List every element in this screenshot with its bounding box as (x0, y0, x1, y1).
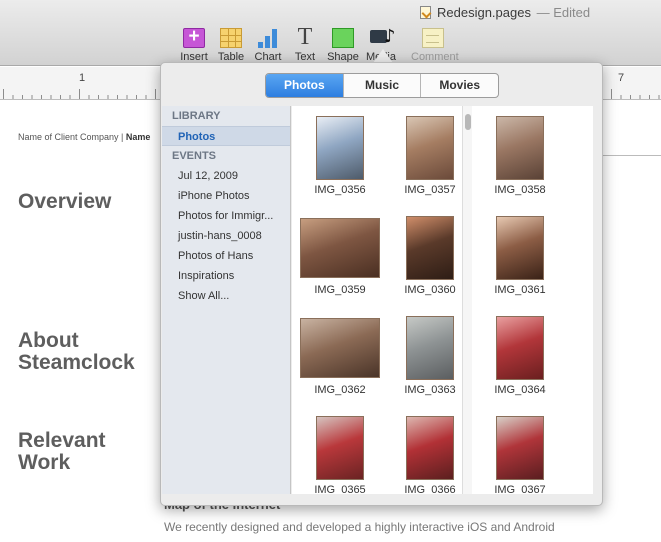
tab-photos[interactable]: Photos (266, 74, 343, 97)
scrollbar-thumb[interactable] (465, 114, 471, 130)
header-divider (600, 155, 661, 156)
sidebar-item-event[interactable]: Photos for Immigr... (162, 206, 290, 226)
body-paragraph: We recently designed and developed a hig… (164, 520, 555, 534)
photo-name: IMG_0362 (314, 384, 366, 396)
photo-name: IMG_0364 (494, 384, 546, 396)
library-header: LIBRARY (172, 110, 221, 122)
photo-image (496, 316, 544, 380)
photo-thumbnail[interactable]: IMG_0359 (295, 216, 385, 316)
heading-overview: Overview (18, 190, 112, 213)
media-browser-popover: Photos Music Movies LIBRARY Photos EVENT… (160, 62, 603, 506)
window-title: Redesign.pages — Edited (420, 4, 590, 20)
photo-name: IMG_0359 (314, 284, 366, 296)
shape-icon (332, 28, 354, 48)
heading-relevant-work: Relevant Work (18, 429, 106, 474)
client-line-text: Name of Client Company | (18, 132, 124, 142)
photo-image (406, 416, 454, 480)
media-sidebar: LIBRARY Photos EVENTS Jul 12, 2009 iPhon… (162, 106, 291, 494)
text-button[interactable]: Text (285, 24, 325, 66)
edited-status-text: — Edited (536, 4, 591, 20)
sidebar-item-event[interactable]: Photos of Hans (162, 246, 290, 266)
document-name: Redesign.pages (437, 4, 531, 20)
chart-icon (257, 28, 279, 48)
photo-image (496, 416, 544, 480)
sidebar-item-event[interactable]: iPhone Photos (162, 186, 290, 206)
sidebar-item-event[interactable]: Inspirations (162, 266, 290, 286)
photo-thumbnail[interactable]: IMG_0364 (475, 316, 565, 416)
photo-name: IMG_0358 (494, 184, 546, 196)
photo-name: IMG_0361 (494, 284, 546, 296)
photo-image (496, 116, 544, 180)
insert-button[interactable]: Insert (174, 26, 214, 66)
photo-thumbnail[interactable]: IMG_0361 (475, 216, 565, 316)
sidebar-item-photos[interactable]: Photos (162, 126, 290, 146)
chart-button[interactable]: Chart (248, 28, 288, 66)
popover-arrow (373, 49, 393, 63)
photo-name: IMG_0365 (314, 484, 366, 494)
pages-document-icon (420, 5, 431, 19)
photo-thumbnail[interactable]: IMG_0356 (295, 116, 385, 216)
photo-thumbnail[interactable]: IMG_0358 (475, 116, 565, 216)
table-icon (220, 28, 242, 48)
events-header: EVENTS (172, 150, 217, 162)
ruler-number: 1 (79, 72, 86, 84)
photo-grid-scrollbar[interactable] (462, 106, 472, 494)
tab-music[interactable]: Music (342, 74, 421, 97)
insert-icon (183, 26, 205, 48)
photo-image (406, 316, 454, 380)
media-type-tabs: Photos Music Movies (265, 73, 499, 98)
text-icon (294, 24, 316, 51)
comment-icon (422, 28, 444, 48)
photo-name: IMG_0367 (494, 484, 546, 494)
photo-image (406, 116, 454, 180)
sidebar-item-show-all[interactable]: Show All... (162, 286, 290, 306)
photo-thumbnail[interactable]: IMG_0362 (295, 316, 385, 416)
photo-image (300, 318, 380, 378)
table-button[interactable]: Table (211, 28, 251, 66)
photo-image (496, 216, 544, 280)
photo-name: IMG_0356 (314, 184, 366, 196)
photo-grid: IMG_0356 IMG_0357 IMG_0358 IMG_0359 IMG_… (292, 106, 593, 494)
heading-about: About Steamclock (18, 329, 135, 374)
client-line: Name of Client Company | Name (18, 132, 150, 142)
shape-button[interactable]: Shape (323, 28, 363, 66)
tab-movies[interactable]: Movies (420, 74, 498, 97)
photo-image (316, 416, 364, 480)
photo-thumbnail[interactable]: IMG_0365 (295, 416, 385, 494)
client-line-name: Name (125, 132, 151, 142)
photo-image (406, 216, 454, 280)
media-icon: ♪ (370, 26, 396, 48)
edited-status: — Edited (533, 5, 590, 20)
photo-image (316, 116, 364, 180)
window-toolbar: Redesign.pages — Edited Insert Table Cha… (0, 0, 661, 66)
photo-thumbnail[interactable]: IMG_0367 (475, 416, 565, 494)
sidebar-item-event[interactable]: justin-hans_0008 (162, 226, 290, 246)
sidebar-item-event[interactable]: Jul 12, 2009 (162, 166, 290, 186)
comment-button[interactable]: Comment (411, 28, 459, 66)
photo-image (300, 218, 380, 278)
ruler-number: 7 (618, 72, 625, 84)
